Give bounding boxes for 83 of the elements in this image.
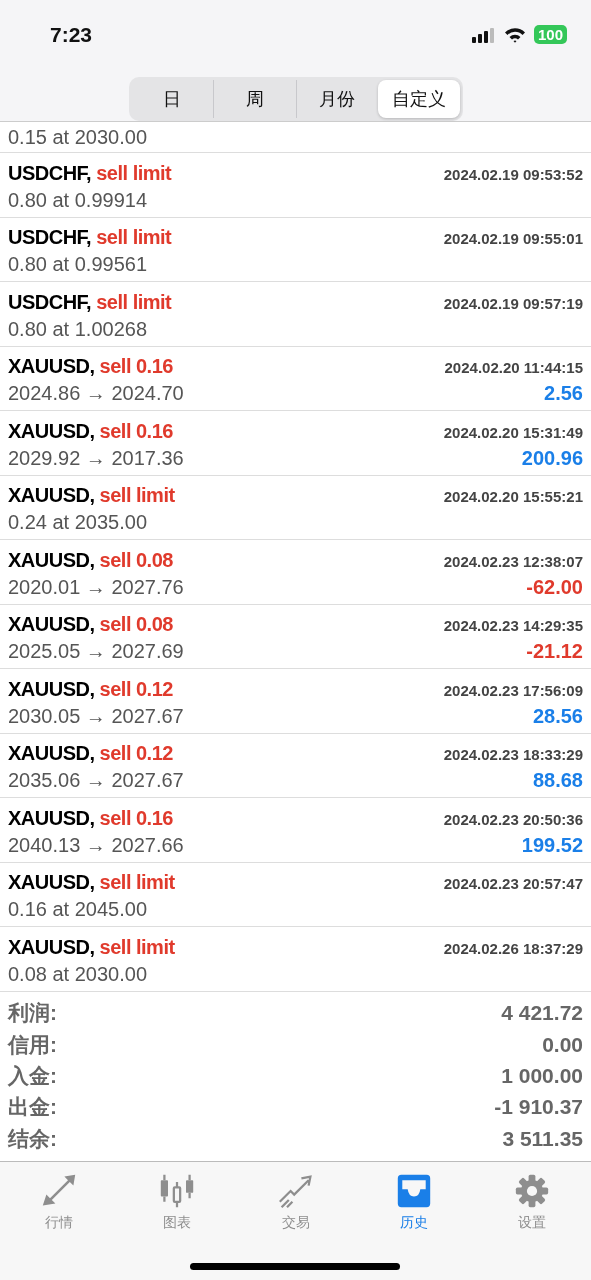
summary-value: 0.00 [542, 1032, 583, 1057]
history-row[interactable]: XAUUSD, sell 0.12 2024.02.23 17:56:09 2030.05 → 2027.67 28.56 [0, 669, 591, 734]
signal-icon [471, 26, 496, 43]
order-detail: 0.80 at 0.99561 [8, 253, 147, 277]
profit-value: -62.00 [526, 575, 583, 599]
order-detail: 0.15 at 2030.00 [8, 125, 147, 149]
summary-label: 利润: [8, 1000, 57, 1027]
history-row[interactable]: XAUUSD, sell 0.08 2024.02.23 12:38:07 2020.01 → 2027.76 -62.00 [0, 540, 591, 605]
trade-time: 2024.02.26 18:37:29 [443, 939, 583, 957]
candlestick-icon [159, 1173, 196, 1208]
history-row[interactable]: USDCHF, sell limit 2024.02.19 09:53:52 0.80 at 0.99914 [0, 153, 591, 218]
trade-title: XAUUSD, sell limit [8, 935, 175, 959]
status-time: 7:23 [50, 22, 93, 47]
order-detail: 0.80 at 0.99914 [8, 188, 147, 212]
deal-prices: 2029.92 → 2017.36 [8, 446, 184, 470]
profit-value: 88.68 [532, 769, 583, 793]
trade-time: 2024.02.23 12:38:07 [443, 552, 583, 570]
profit-value: -21.12 [526, 640, 583, 664]
summary-value: 4 421.72 [501, 1001, 583, 1026]
trade-title: XAUUSD, sell 0.16 [8, 806, 173, 830]
trade-title: XAUUSD, sell 0.12 [8, 742, 173, 766]
tab-bar-item[interactable]: 历史 [354, 1169, 473, 1236]
history-row[interactable]: USDCHF, sell limit 2024.02.19 09:55:01 0.80 at 0.99561 [0, 217, 591, 282]
wifi-icon [503, 26, 526, 43]
summary-label: 入金: [8, 1063, 57, 1089]
history-row[interactable]: XAUUSD, sell 0.16 2024.02.20 11:44:15 2024.86 → 2024.70 2.56 [0, 346, 591, 411]
deal-prices: 2025.05 → 2027.69 [8, 640, 184, 664]
inbox-icon [395, 1173, 432, 1208]
trade-time: 2024.02.23 20:57:47 [443, 875, 583, 893]
arrows-icon [41, 1173, 78, 1208]
trade-time: 2024.02.23 17:56:09 [443, 681, 583, 699]
trade-title: USDCHF, sell limit [8, 226, 172, 250]
summary-label: 结余: [8, 1125, 57, 1152]
trade-title: XAUUSD, sell limit [8, 484, 175, 508]
trade-time: 2024.02.23 14:29:35 [443, 617, 583, 635]
profit-value: 28.56 [532, 704, 583, 728]
period-tab[interactable]: 周 [213, 80, 296, 118]
deal-prices: 2035.06 → 2027.67 [8, 769, 184, 793]
trade-time: 2024.02.20 15:31:49 [443, 423, 583, 441]
trade-time: 2024.02.23 18:33:29 [443, 746, 583, 764]
trade-time: 2024.02.20 11:44:15 [444, 359, 583, 377]
trade-time: 2024.02.23 20:50:36 [443, 810, 583, 828]
deal-prices: 2040.13 → 2027.66 [8, 833, 184, 857]
history-row[interactable]: XAUUSD, sell limit 2024.02.20 15:55:21 0.24 at 2035.00 [0, 475, 591, 540]
history-row[interactable]: XAUUSD, sell 0.16 2024.02.23 20:50:36 2040.13 → 2027.66 199.52 [0, 798, 591, 863]
summary-label: 出金: [8, 1094, 57, 1121]
deal-prices: 2020.01 → 2027.76 [8, 575, 184, 599]
history-row[interactable]: XAUUSD, sell 0.16 2024.02.20 15:31:49 2029.92 → 2017.36 200.96 [0, 411, 591, 476]
summary-label: 信用: [8, 1031, 57, 1058]
trade-title: XAUUSD, sell 0.12 [8, 677, 173, 701]
order-detail: 0.80 at 1.00268 [8, 317, 147, 341]
trade-time: 2024.02.19 09:55:01 [443, 230, 583, 248]
history-row[interactable]: XAUUSD, sell 0.08 2024.02.23 14:29:35 2025.05 → 2027.69 -21.12 [0, 604, 591, 669]
history-row[interactable]: USDCHF, sell limit 2024.02.19 09:57:19 0.80 at 1.00268 [0, 282, 591, 347]
order-detail: 0.08 at 2030.00 [8, 962, 147, 986]
profit-value: 199.52 [521, 833, 583, 857]
history-row[interactable]: XAUUSD, sell limit 2024.02.26 18:37:29 0.08 at 2030.00 [0, 927, 591, 992]
profit-value: 200.96 [521, 446, 583, 470]
period-tab[interactable]: 自定义 [378, 80, 460, 118]
summary-value: 3 511.35 [502, 1126, 583, 1151]
trade-title: USDCHF, sell limit [8, 290, 172, 314]
order-detail: 0.16 at 2045.00 [8, 898, 147, 922]
order-detail: 0.24 at 2035.00 [8, 511, 147, 535]
settings-icon [513, 1173, 550, 1208]
deal-prices: 2024.86 → 2024.70 [8, 382, 184, 406]
deal-prices: 2030.05 → 2027.67 [8, 704, 184, 728]
trade-time: 2024.02.19 09:57:19 [443, 294, 583, 312]
history-row[interactable]: XAUUSD, sell limit 2024.02.23 20:57:47 0.16 at 2045.00 [0, 862, 591, 927]
trade-time: 2024.02.20 15:55:21 [443, 488, 583, 506]
summary-value: -1 910.37 [494, 1095, 583, 1120]
battery-indicator: 100 [533, 25, 567, 44]
trade-title: USDCHF, sell limit [8, 161, 172, 185]
trade-title: XAUUSD, sell 0.08 [8, 548, 173, 572]
period-tab[interactable]: 日 [131, 80, 213, 118]
trade-title: XAUUSD, sell 0.16 [8, 419, 173, 443]
trade-time: 2024.02.19 09:53:52 [443, 165, 583, 183]
history-row[interactable]: XAUUSD, sell 0.12 2024.02.23 18:33:29 2035.06 → 2027.67 88.68 [0, 733, 591, 798]
trade-title: XAUUSD, sell 0.16 [8, 355, 173, 379]
summary-value: 1 000.00 [501, 1064, 583, 1088]
trade-title: XAUUSD, sell limit [8, 871, 175, 895]
trade-title: XAUUSD, sell 0.08 [8, 613, 173, 637]
profit-value: 2.56 [544, 382, 583, 406]
trend-icon [277, 1173, 314, 1208]
